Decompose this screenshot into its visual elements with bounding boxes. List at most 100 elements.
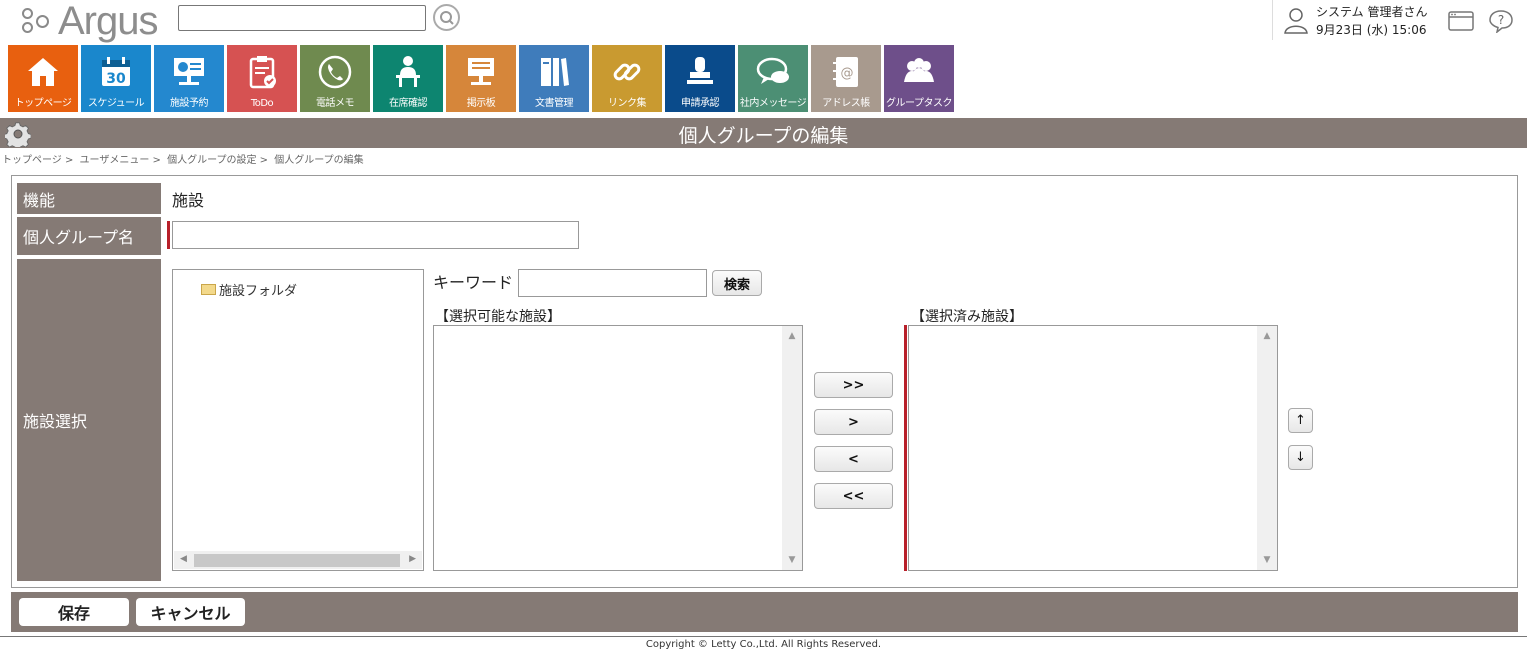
address-book-icon: @ — [833, 57, 858, 87]
scrollbar-thumb[interactable] — [194, 554, 400, 567]
search-button[interactable]: 検索 — [712, 270, 762, 296]
nav-tile[interactable]: 施設予約 — [154, 45, 224, 112]
scroll-right-icon[interactable]: ▶ — [409, 554, 416, 564]
document-icon — [541, 58, 569, 86]
nav-tile[interactable]: @ アドレス帳 — [811, 45, 881, 112]
current-datetime: 9月23日 (水) 15:06 — [1316, 23, 1427, 37]
function-value: 施設 — [172, 191, 205, 210]
nav-tile-label: 在席確認 — [389, 98, 428, 109]
nav-tile[interactable]: 30 スケジュール — [81, 45, 151, 112]
scroll-left-icon[interactable]: ◀ — [180, 554, 187, 564]
move-left-button[interactable]: < — [814, 446, 893, 472]
user-area: システム 管理者さん 9月23日 (水) 15:06 ? — [1272, 0, 1527, 40]
group-task-icon — [904, 58, 934, 82]
nav-tile-label: 施設予約 — [170, 98, 209, 109]
page-title: 個人グループの編集 — [678, 125, 849, 147]
tree-item-facility-folder[interactable]: 施設フォルダ — [201, 280, 297, 299]
nav-tile-label: リンク集 — [608, 98, 647, 109]
move-all-right-button[interactable]: >> — [814, 372, 893, 398]
nav-tile[interactable]: ToDo — [227, 45, 297, 112]
group-name-input[interactable] — [172, 221, 579, 249]
nav-tile[interactable]: リンク集 — [592, 45, 662, 112]
global-search-input[interactable] — [178, 5, 426, 31]
breadcrumb: トップページ > ユーザメニュー > 個人グループの設定 > 個人グループの編集 — [2, 151, 367, 166]
horizontal-scrollbar[interactable]: ◀ ▶ — [174, 551, 422, 569]
divider — [0, 636, 1527, 637]
nav-tile-label: グループタスク — [886, 98, 952, 109]
nav-tile-label: ToDo — [250, 98, 274, 109]
keyword-label: キーワード — [433, 273, 514, 292]
scroll-up-icon[interactable]: ▲ — [1257, 331, 1277, 341]
svg-text:@: @ — [841, 66, 854, 81]
action-bar: 保存 キャンセル — [11, 592, 1518, 632]
folder-icon — [201, 284, 216, 295]
message-icon — [756, 57, 789, 84]
order-up-button[interactable]: ↑ — [1288, 408, 1313, 433]
nav-tile[interactable]: 文書管理 — [519, 45, 589, 112]
group-name-label: 個人グループ名 — [17, 217, 161, 255]
nav-tile[interactable]: 電話メモ — [300, 45, 370, 112]
nav-tile-label: アドレス帳 — [822, 98, 870, 109]
phone-icon — [318, 55, 352, 89]
nav-tile-label: トップページ — [14, 98, 72, 109]
available-facilities-list[interactable]: ▲ ▼ — [433, 325, 803, 571]
save-button[interactable]: 保存 — [19, 598, 129, 626]
cancel-button[interactable]: キャンセル — [136, 598, 245, 626]
user-icon[interactable] — [1283, 6, 1309, 34]
nav-tile[interactable]: 社内メッセージ — [738, 45, 808, 112]
nav-tile-label: 電話メモ — [316, 98, 355, 109]
facility-select-label: 施設選択 — [17, 259, 161, 581]
logo-mark-icon — [20, 6, 54, 36]
scroll-down-icon[interactable]: ▼ — [1257, 555, 1277, 565]
nav-tile-label: 申請承認 — [681, 98, 720, 109]
facility-icon — [174, 58, 204, 85]
calendar-icon: 30 — [102, 57, 130, 87]
link-icon — [613, 63, 641, 81]
nav-tile-label: スケジュール — [87, 98, 145, 109]
required-indicator — [904, 325, 907, 571]
svg-text:30: 30 — [106, 71, 126, 87]
vertical-scrollbar[interactable]: ▲ ▼ — [782, 326, 802, 570]
header: Argus システム 管理者さん 9月23日 (水) 15:06 ? — [0, 0, 1527, 44]
breadcrumb-user-menu[interactable]: ユーザメニュー > — [80, 155, 161, 166]
title-bar: 個人グループの編集 — [0, 118, 1527, 148]
scroll-down-icon[interactable]: ▼ — [782, 555, 802, 565]
order-down-button[interactable]: ↓ — [1288, 445, 1313, 470]
user-name[interactable]: システム 管理者さん — [1316, 3, 1427, 20]
nav-tile-label: 社内メッセージ — [739, 98, 807, 109]
window-icon[interactable] — [1448, 9, 1474, 33]
move-right-button[interactable]: > — [814, 409, 893, 435]
app-navigation: トップページ 30 スケジュール 施設予約 ToDo 電話メモ 在席確認 掲示板 文書管理 リンク… — [8, 45, 954, 112]
keyword-input[interactable] — [518, 269, 707, 297]
svg-text:?: ? — [1498, 13, 1504, 27]
tree-item-label: 施設フォルダ — [219, 284, 298, 299]
breadcrumb-group-settings[interactable]: 個人グループの設定 > — [167, 155, 268, 166]
nav-tile[interactable]: グループタスク — [884, 45, 954, 112]
function-label: 機能 — [17, 183, 161, 214]
nav-tile[interactable]: 在席確認 — [373, 45, 443, 112]
nav-tile[interactable]: トップページ — [8, 45, 78, 112]
available-facilities-title: 【選択可能な施設】 — [435, 309, 561, 325]
selected-facilities-list[interactable]: ▲ ▼ — [908, 325, 1278, 571]
breadcrumb-current: 個人グループの編集 — [274, 155, 364, 166]
nav-tile[interactable]: 申請承認 — [665, 45, 735, 112]
edit-form: 機能 施設 個人グループ名 施設選択 施設フォルダ ◀ ▶ キーワード 検索 【… — [11, 175, 1518, 588]
required-indicator — [167, 221, 170, 249]
facility-folder-tree[interactable]: 施設フォルダ ◀ ▶ — [172, 269, 424, 571]
nav-tile[interactable]: 掲示板 — [446, 45, 516, 112]
breadcrumb-top-page[interactable]: トップページ > — [2, 155, 73, 166]
move-all-left-button[interactable]: << — [814, 483, 893, 509]
presence-icon — [396, 56, 420, 87]
vertical-scrollbar[interactable]: ▲ ▼ — [1257, 326, 1277, 570]
home-icon — [28, 58, 58, 86]
logo[interactable]: Argus — [20, 0, 158, 42]
scroll-up-icon[interactable]: ▲ — [782, 331, 802, 341]
search-icon[interactable] — [433, 4, 460, 31]
board-icon — [468, 58, 494, 85]
nav-tile-label: 文書管理 — [535, 98, 574, 109]
nav-tile-label: 掲示板 — [466, 98, 496, 109]
todo-icon — [249, 56, 276, 89]
stamp-icon — [687, 57, 713, 84]
selected-facilities-title: 【選択済み施設】 — [911, 309, 1023, 325]
help-icon[interactable]: ? — [1488, 9, 1514, 33]
